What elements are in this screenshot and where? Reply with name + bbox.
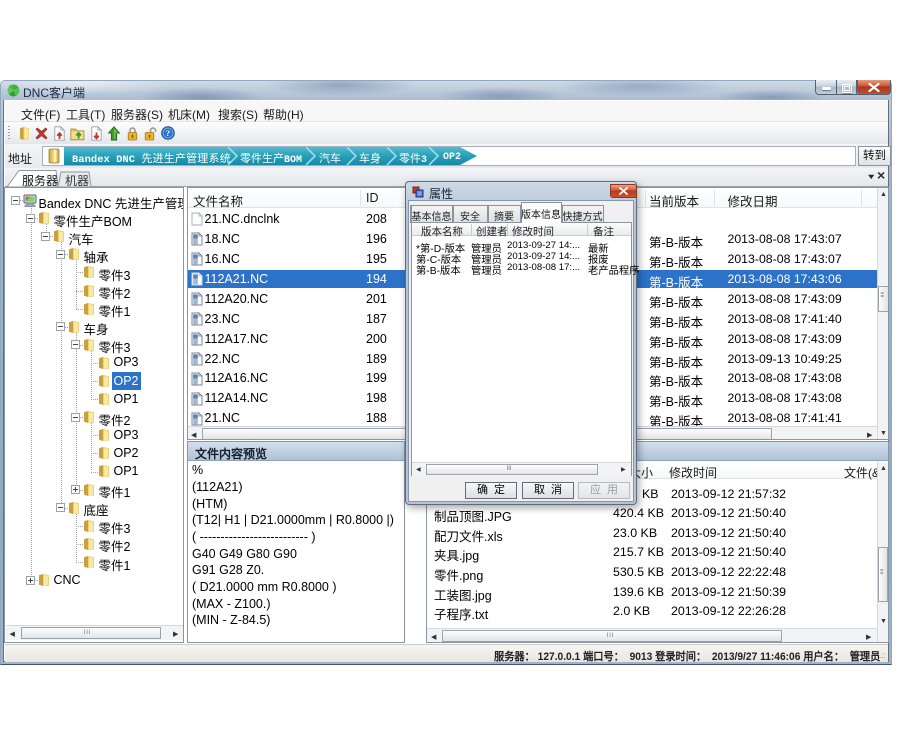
svg-text:?: ? (166, 128, 170, 138)
